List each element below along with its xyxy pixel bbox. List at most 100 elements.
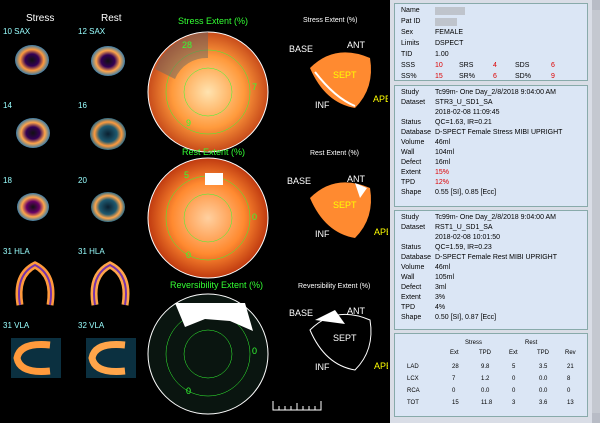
patient-box: Name Pat ID Sex FEMALE Limits DSPECT TID 1.… [394, 3, 588, 81]
rest-volume-value: 46ml [435, 264, 451, 271]
rest-date-value: 2018-02-08 10:01:50 [435, 234, 500, 241]
inf-label: INF [315, 229, 330, 239]
stress-status-value: QC=1.63, IR=0.21 [435, 119, 492, 126]
stress-defect-key: Defect [401, 159, 422, 166]
table-row-label: RCA [407, 388, 420, 394]
image-panel: Stress Rest 10 SAX 12 SAX 14 16 18 20 31… [0, 0, 388, 423]
sds-value: 6 [551, 62, 555, 69]
rest-study-key: Study [401, 214, 419, 221]
table-row-label: LAD [407, 364, 419, 370]
table-header: Ext [509, 350, 518, 356]
slice-stress-hla[interactable] [5, 255, 67, 310]
scroll-up-icon[interactable] [592, 0, 600, 10]
stress-wall-key: Wall [401, 149, 415, 156]
base-label: BASE [287, 176, 312, 186]
slice-label: 12 SAX [78, 27, 106, 36]
stress-volume-key: Volume [401, 139, 425, 146]
rest-lcx-value: 0 [252, 212, 258, 222]
slice-label: 31 VLA [3, 321, 30, 330]
slice-stress-vla[interactable] [5, 330, 67, 385]
rev-rca-value: 0 [186, 386, 192, 396]
slice-stress-14[interactable] [5, 108, 67, 158]
srs-key: SRS [459, 62, 474, 69]
sdp-key: SD% [515, 73, 531, 80]
rest-status-key: Status [401, 244, 421, 251]
stress-extent-title: Stress Extent (%) [178, 16, 249, 26]
base-label: BASE [289, 44, 314, 54]
stress-column-header: Stress [26, 13, 55, 24]
stress-shape-value: 0.55 [SI], 0.85 [Ecc] [435, 189, 497, 196]
slice-label: 31 HLA [78, 247, 105, 256]
rest-defect-key: Defect [401, 284, 422, 291]
sept-label: SEPT [333, 70, 357, 80]
apex-label: APEX [374, 227, 388, 237]
slice-rest-20[interactable] [80, 183, 142, 233]
stress-defect-value: 16ml [435, 159, 451, 166]
info-sidebar: Name Pat ID Sex FEMALE Limits DSPECT TID 1.… [390, 0, 600, 423]
table-header: Ext [450, 350, 459, 356]
limits-value: DSPECT [435, 40, 464, 47]
rest-dataset-value: RST1_U_SD1_SA [435, 224, 493, 231]
table-cell: 3.5 [539, 364, 548, 370]
scroll-down-icon[interactable] [592, 413, 600, 423]
stress-study-value: Tc99m- One Day_2/8/2018 9:04:00 AM [435, 89, 557, 96]
stress-date-value: 2018-02-08 11:09:45 [435, 109, 500, 116]
table-cell: 0 [512, 388, 516, 394]
slice-label: 16 [78, 101, 87, 110]
stress-dataset-value: STR3_U_SD1_SA [435, 99, 493, 106]
rest-shape-value: 0.50 [SI], 0.87 [Ecc] [435, 314, 497, 321]
stress-info-box: Study Tc99m- One Day_2/8/2018 9:04:00 AM … [394, 85, 588, 207]
stress-3d-title: Stress Extent (%) [303, 17, 358, 24]
table-cell: 7 [452, 376, 456, 382]
srp-key: SR% [459, 73, 475, 80]
stress-volume-value: 46ml [435, 139, 451, 146]
table-cell: 21 [567, 364, 574, 370]
apex-label: APEX [374, 361, 388, 371]
tid-value: 1.00 [435, 51, 449, 58]
rest-defect-value: 3ml [435, 284, 447, 291]
slice-label: 32 VLA [78, 321, 105, 330]
slice-rest-vla[interactable] [80, 330, 142, 385]
stress-rca-value: 9 [186, 118, 192, 128]
rest-database-value: D-SPECT Female Rest MIBI UPRIGHT [435, 254, 558, 261]
slice-rest-16[interactable] [80, 108, 142, 158]
stress-extent-value: 15% [435, 169, 450, 176]
slice-rest-12[interactable] [80, 33, 142, 83]
rest-tpd-value: 4% [435, 304, 446, 311]
slice-rest-hla[interactable] [80, 255, 142, 310]
table-cell: 0.0 [539, 376, 548, 382]
limits-key: Limits [401, 40, 420, 47]
stress-tpd-key: TPD [401, 179, 415, 186]
sdp-value: 9 [551, 73, 555, 80]
vertical-scrollbar[interactable] [592, 0, 600, 423]
tid-key: TID [401, 51, 413, 58]
reversibility-extent-title: Reversibility Extent (%) [170, 280, 264, 290]
rest-database-key: Database [401, 254, 431, 261]
table-cell: 0 [452, 388, 456, 394]
patid-key: Pat ID [401, 18, 421, 25]
table-cell: 28 [452, 364, 459, 370]
rest-shape-key: Shape [401, 314, 422, 321]
slice-stress-10[interactable] [5, 33, 67, 83]
slice-stress-18[interactable] [5, 183, 67, 233]
ssp-key: SS% [401, 73, 417, 80]
stress-dataset-key: Dataset [401, 99, 426, 106]
stress-polar-map[interactable] [145, 29, 271, 155]
name-key: Name [401, 7, 420, 14]
rest-lad-value: 5 [184, 170, 190, 180]
table-cell: 5 [512, 364, 516, 370]
stress-lcx-value: 7 [252, 82, 258, 92]
name-redacted [435, 7, 465, 15]
slice-label: 20 [78, 176, 87, 185]
table-cell: 15 [452, 400, 459, 406]
inf-label: INF [315, 362, 330, 372]
table-cell: 3.6 [539, 400, 548, 406]
sss-key: SSS [401, 62, 416, 69]
rest-study-value: Tc99m- One Day_2/8/2018 9:04:00 AM [435, 214, 557, 221]
rest-column-header: Rest [101, 13, 122, 24]
stress-study-key: Study [401, 89, 419, 96]
apex-label: APEX [373, 94, 388, 104]
ant-label: ANT [347, 306, 365, 316]
patid-redacted [435, 18, 457, 26]
stress-status-key: Status [401, 119, 421, 126]
